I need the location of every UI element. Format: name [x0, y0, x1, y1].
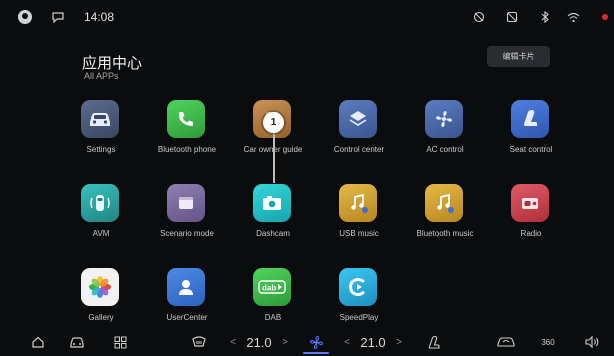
recirc-icon[interactable] [494, 332, 518, 352]
camera-360-icon[interactable]: 360 [536, 332, 560, 352]
app-bluetooth-phone[interactable]: Bluetooth phone [144, 100, 230, 160]
wifi-icon [566, 9, 580, 25]
left-temperature: 21.0 [246, 334, 272, 350]
speedplay-icon [339, 268, 377, 306]
app-label: AC control [426, 145, 464, 154]
gallery-icon [81, 268, 119, 306]
message-icon[interactable] [51, 9, 65, 25]
temp-left-decrease[interactable]: < [228, 332, 238, 352]
volume-icon[interactable] [582, 332, 602, 352]
svg-text:dab: dab [262, 284, 276, 293]
bt-music-icon [425, 184, 463, 222]
seat-heat-icon[interactable] [424, 332, 444, 352]
edit-cards-button[interactable]: 编辑卡片 [487, 46, 550, 67]
seat-icon [511, 100, 549, 138]
app-settings[interactable]: Settings [58, 100, 144, 160]
page-title: 应用中心 [82, 54, 143, 72]
status-bar: 14:08 [0, 0, 614, 34]
app-label: USB music [339, 229, 379, 238]
app-label: DAB [264, 313, 282, 322]
app-label: Scenario mode [160, 229, 214, 238]
app-label: Radio [520, 229, 542, 238]
app-speedplay[interactable]: SpeedPlay [316, 268, 402, 328]
fan-icon [425, 100, 463, 138]
user-icon [167, 268, 205, 306]
fan-active-icon[interactable] [306, 332, 326, 352]
scenario-icon [167, 184, 205, 222]
app-seat-control[interactable]: Seat control [488, 100, 574, 160]
usb-music-icon [339, 184, 377, 222]
app-label: Gallery [88, 313, 114, 322]
car-icon[interactable] [66, 332, 88, 352]
bluetooth-icon [539, 9, 551, 25]
app-dashcam[interactable]: Dashcam [230, 184, 316, 244]
app-label: Seat control [509, 145, 553, 154]
app-label: UserCenter [166, 313, 208, 322]
app-scenario-mode[interactable]: Scenario mode [144, 184, 230, 244]
car-settings-icon [81, 100, 119, 138]
temp-right-increase[interactable]: > [394, 332, 404, 352]
app-gallery[interactable]: Gallery [58, 268, 144, 328]
app-label: SpeedPlay [339, 313, 379, 322]
app-radio[interactable]: Radio [488, 184, 574, 244]
no-signal-icon [505, 9, 519, 25]
temp-right-decrease[interactable]: < [342, 332, 352, 352]
app-avm[interactable]: AVM [58, 184, 144, 244]
phone-icon [167, 100, 205, 138]
marker-line [273, 126, 275, 183]
page-subtitle: All APPs [84, 71, 119, 81]
apps-grid-icon[interactable] [110, 332, 130, 352]
app-usercenter[interactable]: UserCenter [144, 268, 230, 328]
notification-dot [601, 9, 609, 25]
step-marker: 1 [263, 112, 284, 133]
layers-icon [339, 100, 377, 138]
temp-left-increase[interactable]: > [280, 332, 290, 352]
app-ac-control[interactable]: AC control [402, 100, 488, 160]
avatar-icon[interactable] [17, 9, 33, 25]
label-360: 360 [541, 337, 555, 347]
right-temperature: 21.0 [360, 334, 386, 350]
active-indicator [303, 352, 329, 354]
no-camera-icon [472, 9, 486, 25]
clock: 14:08 [83, 10, 115, 24]
app-label: AVM [92, 229, 110, 238]
app-control-center[interactable]: Control center [316, 100, 402, 160]
app-usb-music[interactable]: USB music [316, 184, 402, 244]
camera-icon [253, 184, 291, 222]
app-label: Bluetooth music [416, 229, 474, 238]
car-topview-icon [81, 184, 119, 222]
app-label: Bluetooth phone [157, 145, 217, 154]
app-dab[interactable]: dab DAB [230, 268, 316, 328]
dab-icon: dab [253, 268, 291, 306]
app-label: Settings [86, 145, 116, 154]
app-bluetooth-music[interactable]: Bluetooth music [402, 184, 488, 244]
app-label: Dashcam [256, 229, 290, 238]
app-label: Control center [333, 145, 385, 154]
home-icon[interactable] [28, 332, 48, 352]
app-center-screen: 14:08 应用中心 All APPs 编辑卡片 Settings Blueto… [0, 0, 614, 356]
rear-defrost-icon[interactable] [188, 332, 210, 352]
radio-icon [511, 184, 549, 222]
